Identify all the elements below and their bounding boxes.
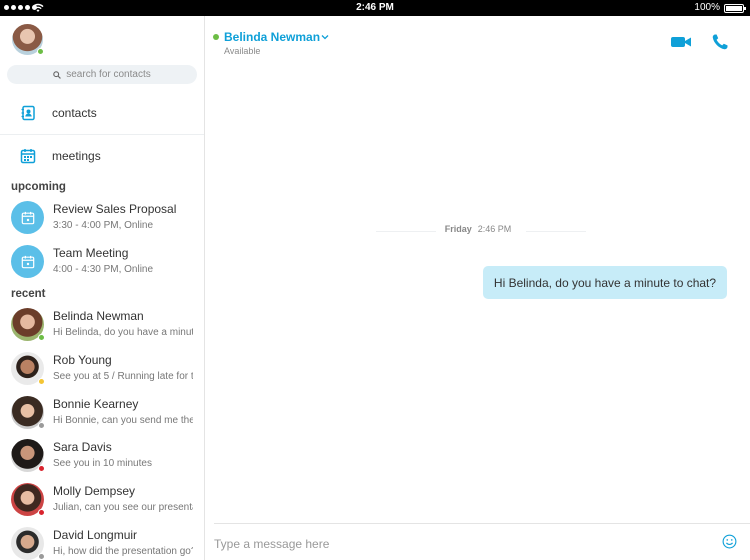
conversation-pane: Belinda Newman Available Friday 2:46 PM H… (206, 16, 750, 560)
presence-available-icon (38, 334, 45, 341)
contact-avatar (11, 483, 45, 516)
presence-available-icon (37, 48, 44, 55)
outgoing-message-bubble[interactable]: Hi Belinda, do you have a minute to chat… (483, 266, 727, 299)
presence-busy-icon (38, 509, 45, 516)
contacts-book-icon (21, 105, 35, 121)
meeting-calendar-icon (11, 201, 44, 234)
contact-avatar (11, 527, 45, 560)
recent-contact[interactable]: Sara Davis See you in 10 minutes (0, 434, 204, 478)
meeting-time: 3:30 - 4:00 PM, Online (53, 220, 154, 231)
message-preview: Julian, can you see our presentation? (53, 502, 193, 513)
battery-percentage: 100% (694, 2, 720, 13)
composer-divider (214, 523, 750, 524)
recent-contact[interactable]: Molly Dempsey Julian, can you see our pr… (0, 478, 204, 522)
search-contacts[interactable]: search for contacts (7, 65, 197, 84)
presence-busy-icon (38, 465, 45, 472)
presence-available-icon (213, 34, 219, 40)
presence-away-icon (38, 378, 45, 385)
divider (0, 134, 204, 135)
presence-offline-icon (38, 553, 45, 560)
recent-contact[interactable]: Rob Young See you at 5 / Running late fo… (0, 347, 204, 391)
battery-icon (724, 4, 746, 13)
meeting-title: Review Sales Proposal (53, 202, 177, 216)
contact-name: Molly Dempsey (53, 484, 136, 498)
video-call-icon[interactable] (670, 34, 692, 50)
message-text: Hi Belinda, do you have a minute to chat… (493, 275, 717, 290)
my-avatar[interactable] (12, 24, 44, 55)
message-preview: Hi Bonnie, can you send me the slides? (53, 415, 193, 426)
upcoming-heading: upcoming (11, 181, 66, 193)
message-input[interactable] (214, 535, 704, 553)
contact-avatar (11, 439, 45, 472)
nav-meetings-label: meetings (52, 149, 101, 163)
message-preview: Hi, how did the presentation go? (53, 546, 193, 557)
nav-meetings[interactable]: meetings (0, 136, 204, 176)
contact-name: Belinda Newman (53, 309, 144, 323)
date-time: 2:46 PM (477, 224, 512, 234)
emoticon-icon[interactable] (722, 534, 737, 549)
recent-contact[interactable]: David Longmuir Hi, how did the presentat… (0, 522, 204, 560)
conversation-contact-name[interactable]: Belinda Newman (224, 30, 320, 44)
date-separator: Friday 2:46 PM (206, 224, 750, 234)
chevron-down-icon[interactable] (321, 34, 329, 40)
meeting-time: 4:00 - 4:30 PM, Online (53, 264, 154, 275)
contact-name: Rob Young (53, 353, 112, 367)
contact-name: Bonnie Kearney (53, 397, 139, 411)
meeting-item[interactable]: Review Sales Proposal 3:30 - 4:00 PM, On… (0, 196, 204, 240)
conversation-contact-status: Available (224, 46, 261, 56)
meeting-item[interactable]: Team Meeting 4:00 - 4:30 PM, Online (0, 240, 204, 284)
message-preview: See you at 5 / Running late for the meet… (53, 371, 193, 382)
date-day: Friday (444, 224, 472, 234)
sidebar: search for contacts contacts meetings up… (0, 16, 205, 560)
calendar-icon (20, 149, 36, 164)
nav-contacts[interactable]: contacts (0, 93, 204, 133)
conversation-header: Belinda Newman Available (206, 16, 750, 60)
contact-avatar (11, 396, 45, 429)
meeting-calendar-icon (11, 245, 44, 278)
contact-avatar (11, 308, 45, 341)
message-preview: Hi Belinda, do you have a minute to chat… (53, 327, 193, 338)
recent-heading: recent (11, 288, 46, 300)
search-icon (53, 70, 62, 79)
nav-contacts-label: contacts (52, 106, 97, 120)
presence-offline-icon (38, 422, 45, 429)
contact-name: Sara Davis (53, 440, 112, 454)
contact-avatar (11, 352, 45, 385)
recent-contact[interactable]: Bonnie Kearney Hi Bonnie, can you send m… (0, 391, 204, 435)
status-time: 2:46 PM (356, 2, 394, 13)
search-placeholder: search for contacts (66, 69, 151, 80)
meeting-title: Team Meeting (53, 246, 129, 260)
phone-call-icon[interactable] (711, 33, 729, 51)
message-preview: See you in 10 minutes (53, 458, 152, 469)
recent-contact[interactable]: Belinda Newman Hi Belinda, do you have a… (0, 303, 204, 347)
contact-name: David Longmuir (53, 528, 138, 542)
status-bar: 2:46 PM 100% (0, 0, 750, 16)
